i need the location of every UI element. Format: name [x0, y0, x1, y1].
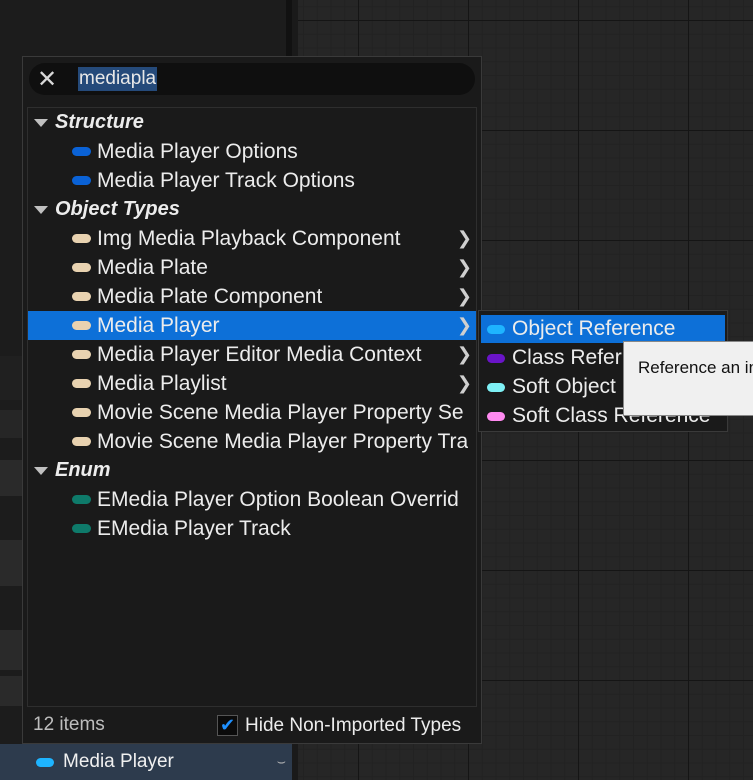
reference-type-item[interactable]: Object Reference: [481, 315, 725, 343]
search-input[interactable]: mediapla: [78, 67, 158, 91]
panel-strip: [0, 540, 22, 586]
type-list: Structure Media Player Options Media Playe…: [27, 107, 477, 707]
type-color-pill: [72, 524, 91, 533]
type-picker-popup: ✕ mediapla Structure Media Player Options…: [22, 56, 482, 744]
type-color-pill: [72, 292, 91, 301]
type-item-label: Media Player Editor Media Context: [97, 342, 422, 366]
type-color-pill: [72, 234, 91, 243]
reference-color-pill: [487, 324, 505, 334]
type-item[interactable]: EMedia Player Track: [28, 514, 476, 543]
reference-color-pill: [487, 353, 505, 363]
clear-search-icon[interactable]: ✕: [31, 65, 63, 94]
submenu-chevron-icon[interactable]: ❯: [457, 228, 472, 249]
panel-strip: [0, 410, 22, 438]
panel-strip: [0, 356, 22, 400]
type-color-pill: [72, 176, 91, 185]
collapse-caret-icon[interactable]: [34, 466, 48, 475]
item-count: 12 items: [33, 714, 105, 735]
category-label: Enum: [55, 459, 111, 481]
type-item[interactable]: Media Plate Component ❯: [28, 282, 476, 311]
collapse-caret-icon[interactable]: [34, 205, 48, 214]
category-label: Object Types: [55, 198, 180, 220]
type-item[interactable]: Media Player ❯: [28, 311, 476, 340]
type-item-label: Media Player Track Options: [97, 168, 355, 192]
panel-strip: [0, 460, 22, 496]
collapse-caret-icon[interactable]: [34, 118, 48, 127]
hide-non-imported-label[interactable]: Hide Non-Imported Types: [245, 715, 461, 737]
reference-type-label: Soft Object: [512, 375, 616, 398]
submenu-chevron-icon[interactable]: ❯: [457, 315, 472, 336]
type-color-pill: [72, 147, 91, 156]
reference-color-pill: [487, 411, 505, 421]
type-color-pill: [72, 379, 91, 388]
reference-color-pill: [487, 382, 505, 392]
search-box[interactable]: ✕ mediapla: [29, 63, 475, 95]
type-item[interactable]: Movie Scene Media Player Property Tra: [28, 427, 476, 456]
type-item-label: EMedia Player Track: [97, 516, 291, 540]
type-item-label: EMedia Player Option Boolean Overrid: [97, 487, 459, 511]
picker-footer: 12 items ✔ Hide Non-Imported Types: [23, 707, 481, 743]
type-item[interactable]: Movie Scene Media Player Property Se: [28, 398, 476, 427]
category-label: Structure: [55, 111, 144, 133]
type-item-label: Media Plate Component: [97, 284, 323, 308]
type-item[interactable]: Media Player Options: [28, 137, 476, 166]
type-item[interactable]: Media Player Track Options: [28, 166, 476, 195]
submenu-chevron-icon[interactable]: ❯: [457, 257, 472, 278]
category-header[interactable]: Enum: [28, 456, 476, 485]
variable-name: Media Player: [63, 751, 174, 772]
type-item-label: Media Player Options: [97, 139, 298, 163]
type-item-label: Media Plate: [97, 255, 208, 279]
type-item-label: Movie Scene Media Player Property Se: [97, 400, 464, 424]
variable-row[interactable]: Media Player ⌣: [0, 744, 292, 780]
reference-type-label: Object Reference: [512, 317, 676, 340]
submenu-chevron-icon[interactable]: ❯: [457, 286, 472, 307]
type-color-pill: [72, 495, 91, 504]
submenu-chevron-icon[interactable]: ❯: [457, 373, 472, 394]
hide-non-imported-checkbox[interactable]: ✔: [217, 715, 238, 736]
variable-type-pill: [36, 757, 54, 767]
visibility-eye-icon[interactable]: ⌣: [277, 753, 286, 770]
type-item-label: Img Media Playback Component: [97, 226, 401, 250]
type-item-label: Movie Scene Media Player Property Tra: [97, 429, 469, 453]
type-color-pill: [72, 408, 91, 417]
type-color-pill: [72, 350, 91, 359]
panel-strip: [0, 630, 22, 670]
category-header[interactable]: Object Types: [28, 195, 476, 224]
submenu-chevron-icon[interactable]: ❯: [457, 344, 472, 365]
type-item[interactable]: EMedia Player Option Boolean Overrid: [28, 485, 476, 514]
type-item[interactable]: Media Playlist ❯: [28, 369, 476, 398]
category-header[interactable]: Structure: [28, 108, 476, 137]
panel-strip: [0, 676, 22, 706]
type-color-pill: [72, 321, 91, 330]
type-item[interactable]: Img Media Playback Component ❯: [28, 224, 476, 253]
type-color-pill: [72, 263, 91, 272]
reference-type-label: Class Refer: [512, 346, 622, 369]
tooltip: Reference an in: [623, 341, 753, 416]
type-item[interactable]: Media Player Editor Media Context ❯: [28, 340, 476, 369]
type-color-pill: [72, 437, 91, 446]
tooltip-text: Reference an in: [638, 358, 753, 377]
type-item[interactable]: Media Plate ❯: [28, 253, 476, 282]
type-item-label: Media Playlist: [97, 371, 227, 395]
type-item-label: Media Player: [97, 313, 220, 337]
